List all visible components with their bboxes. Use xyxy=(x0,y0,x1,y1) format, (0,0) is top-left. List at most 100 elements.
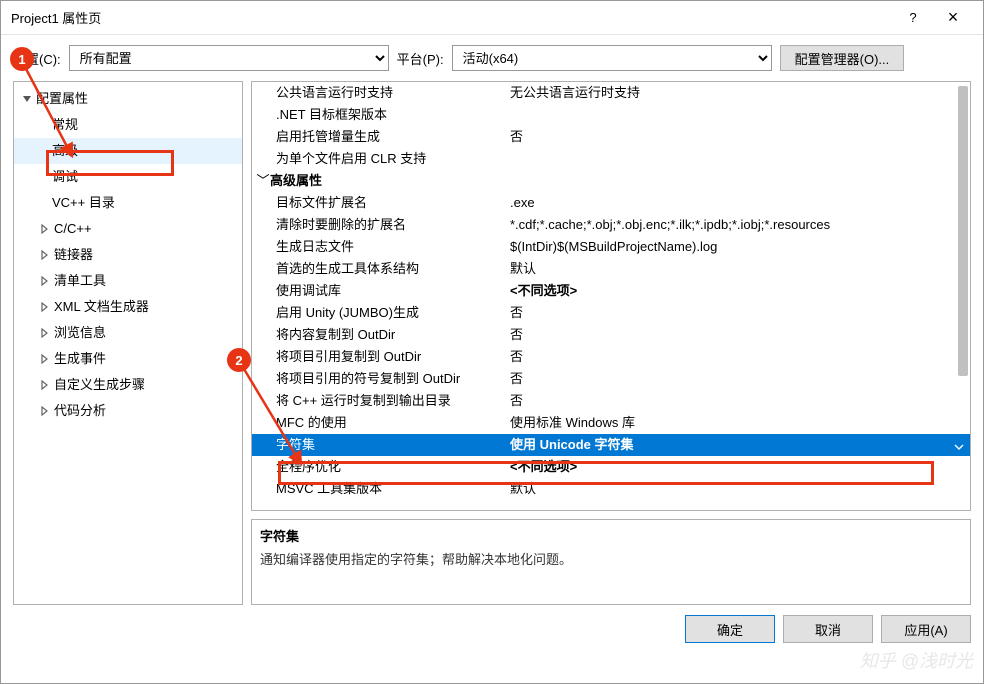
property-row[interactable]: 将 C++ 运行时复制到输出目录否 xyxy=(252,390,970,412)
property-key: 生成日志文件 xyxy=(252,236,507,258)
property-row[interactable]: 目标文件扩展名.exe xyxy=(252,192,970,214)
tree-expander-icon[interactable] xyxy=(38,352,52,366)
tree-item[interactable]: 代码分析 xyxy=(14,398,242,424)
tree-expander-icon[interactable] xyxy=(38,378,52,392)
titlebar: Project1 属性页 ? × xyxy=(1,1,983,35)
property-value[interactable]: $(IntDir)$(MSBuildProjectName).log xyxy=(507,236,970,258)
window-title: Project1 属性页 xyxy=(11,8,893,27)
property-row[interactable]: 公共语言运行时支持无公共语言运行时支持 xyxy=(252,82,970,104)
platform-select[interactable]: 活动(x64) xyxy=(452,45,772,71)
property-value[interactable]: 否 xyxy=(507,390,970,412)
property-row[interactable]: MFC 的使用使用标准 Windows 库 xyxy=(252,412,970,434)
property-key: 启用托管增量生成 xyxy=(252,126,507,148)
tree-expander-icon[interactable] xyxy=(20,92,34,106)
property-value[interactable]: 默认 xyxy=(507,478,970,500)
property-row[interactable]: .NET 目标框架版本 xyxy=(252,104,970,126)
property-row[interactable]: 全程序优化<不同选项> xyxy=(252,456,970,478)
tree-item[interactable]: 生成事件 xyxy=(14,346,242,372)
tree-item[interactable]: 配置属性 xyxy=(14,86,242,112)
tree-expander-icon[interactable] xyxy=(38,248,52,262)
property-value[interactable]: <不同选项> xyxy=(507,280,970,302)
property-row[interactable]: 将内容复制到 OutDir否 xyxy=(252,324,970,346)
tree-item-label: 高级 xyxy=(52,140,78,162)
property-value[interactable] xyxy=(507,148,970,170)
property-row[interactable]: 清除时要删除的扩展名*.cdf;*.cache;*.obj;*.obj.enc;… xyxy=(252,214,970,236)
property-value[interactable]: <不同选项> xyxy=(507,456,970,478)
close-button[interactable]: × xyxy=(933,7,973,28)
property-key: 为单个文件启用 CLR 支持 xyxy=(252,148,507,170)
property-key: 公共语言运行时支持 xyxy=(252,82,507,104)
config-label: 配置(C): xyxy=(13,49,61,68)
property-row[interactable]: MSVC 工具集版本默认 xyxy=(252,478,970,500)
property-value[interactable]: *.cdf;*.cache;*.obj;*.obj.enc;*.ilk;*.ip… xyxy=(507,214,970,236)
chevron-down-icon[interactable] xyxy=(954,437,964,456)
tree-item[interactable]: 高级 xyxy=(14,138,242,164)
property-value[interactable]: 否 xyxy=(507,126,970,148)
tree-item-label: 常规 xyxy=(52,114,78,136)
property-value[interactable]: 否 xyxy=(507,346,970,368)
property-row[interactable]: 启用托管增量生成否 xyxy=(252,126,970,148)
description-title: 字符集 xyxy=(260,526,962,545)
tree-item-label: 调试 xyxy=(52,166,78,188)
tree-item[interactable]: 自定义生成步骤 xyxy=(14,372,242,398)
property-value[interactable]: 无公共语言运行时支持 xyxy=(507,82,970,104)
property-group-header[interactable]: ﹀高级属性 xyxy=(252,170,970,192)
property-row[interactable]: 将项目引用的符号复制到 OutDir否 xyxy=(252,368,970,390)
property-key: 字符集 xyxy=(252,434,507,456)
property-row[interactable]: 字符集使用 Unicode 字符集 xyxy=(252,434,970,456)
tree-item[interactable]: 浏览信息 xyxy=(14,320,242,346)
property-row[interactable]: 生成日志文件$(IntDir)$(MSBuildProjectName).log xyxy=(252,236,970,258)
scrollbar-thumb[interactable] xyxy=(958,86,968,376)
property-value[interactable] xyxy=(507,104,970,126)
property-value[interactable]: .exe xyxy=(507,192,970,214)
tree-item-label: 链接器 xyxy=(54,244,93,266)
property-value[interactable]: 使用 Unicode 字符集 xyxy=(507,434,970,456)
property-row[interactable]: 为单个文件启用 CLR 支持 xyxy=(252,148,970,170)
property-key: 启用 Unity (JUMBO)生成 xyxy=(252,302,507,324)
tree-expander-icon[interactable] xyxy=(38,300,52,314)
tree-item[interactable]: C/C++ xyxy=(14,216,242,242)
collapse-icon[interactable]: ﹀ xyxy=(256,170,270,192)
property-key: .NET 目标框架版本 xyxy=(252,104,507,126)
property-key: MFC 的使用 xyxy=(252,412,507,434)
tree-item-label: VC++ 目录 xyxy=(52,192,115,214)
description-text: 通知编译器使用指定的字符集；帮助解决本地化问题。 xyxy=(260,549,962,568)
tree-expander-icon[interactable] xyxy=(38,404,52,418)
tree-item[interactable]: XML 文档生成器 xyxy=(14,294,242,320)
property-value[interactable]: 使用标准 Windows 库 xyxy=(507,412,970,434)
tree-expander-icon[interactable] xyxy=(38,222,52,236)
property-value[interactable]: 否 xyxy=(507,324,970,346)
property-key: 将项目引用复制到 OutDir xyxy=(252,346,507,368)
tree-expander-icon[interactable] xyxy=(38,326,52,340)
property-grid[interactable]: 公共语言运行时支持无公共语言运行时支持.NET 目标框架版本启用托管增量生成否为… xyxy=(251,81,971,511)
config-select[interactable]: 所有配置 xyxy=(69,45,389,71)
property-value[interactable]: 否 xyxy=(507,302,970,324)
tree-item[interactable]: 常规 xyxy=(14,112,242,138)
tree-item[interactable]: 调试 xyxy=(14,164,242,190)
cancel-button[interactable]: 取消 xyxy=(783,615,873,643)
property-key: 清除时要删除的扩展名 xyxy=(252,214,507,236)
property-row[interactable]: 启用 Unity (JUMBO)生成否 xyxy=(252,302,970,324)
property-row[interactable]: 使用调试库<不同选项> xyxy=(252,280,970,302)
tree-item-label: 配置属性 xyxy=(36,88,88,110)
tree-item-label: 清单工具 xyxy=(54,270,106,292)
property-key: 将内容复制到 OutDir xyxy=(252,324,507,346)
property-row[interactable]: 将项目引用复制到 OutDir否 xyxy=(252,346,970,368)
help-button[interactable]: ? xyxy=(893,10,933,25)
property-value[interactable]: 默认 xyxy=(507,258,970,280)
config-manager-button[interactable]: 配置管理器(O)... xyxy=(780,45,905,71)
tree-expander-icon[interactable] xyxy=(38,274,52,288)
config-tree[interactable]: 配置属性常规高级调试 VC++ 目录C/C++链接器清单工具XML 文档生成器浏览… xyxy=(13,81,243,605)
property-key: 使用调试库 xyxy=(252,280,507,302)
property-value[interactable]: 否 xyxy=(507,368,970,390)
ok-button[interactable]: 确定 xyxy=(685,615,775,643)
property-key: 首选的生成工具体系结构 xyxy=(252,258,507,280)
apply-button[interactable]: 应用(A) xyxy=(881,615,971,643)
property-key: MSVC 工具集版本 xyxy=(252,478,507,500)
tree-item[interactable]: 链接器 xyxy=(14,242,242,268)
dialog-buttons: 确定 取消 应用(A) xyxy=(1,611,983,655)
tree-item[interactable]: VC++ 目录 xyxy=(14,190,242,216)
tree-item[interactable]: 清单工具 xyxy=(14,268,242,294)
property-row[interactable]: 首选的生成工具体系结构默认 xyxy=(252,258,970,280)
property-key: 全程序优化 xyxy=(252,456,507,478)
